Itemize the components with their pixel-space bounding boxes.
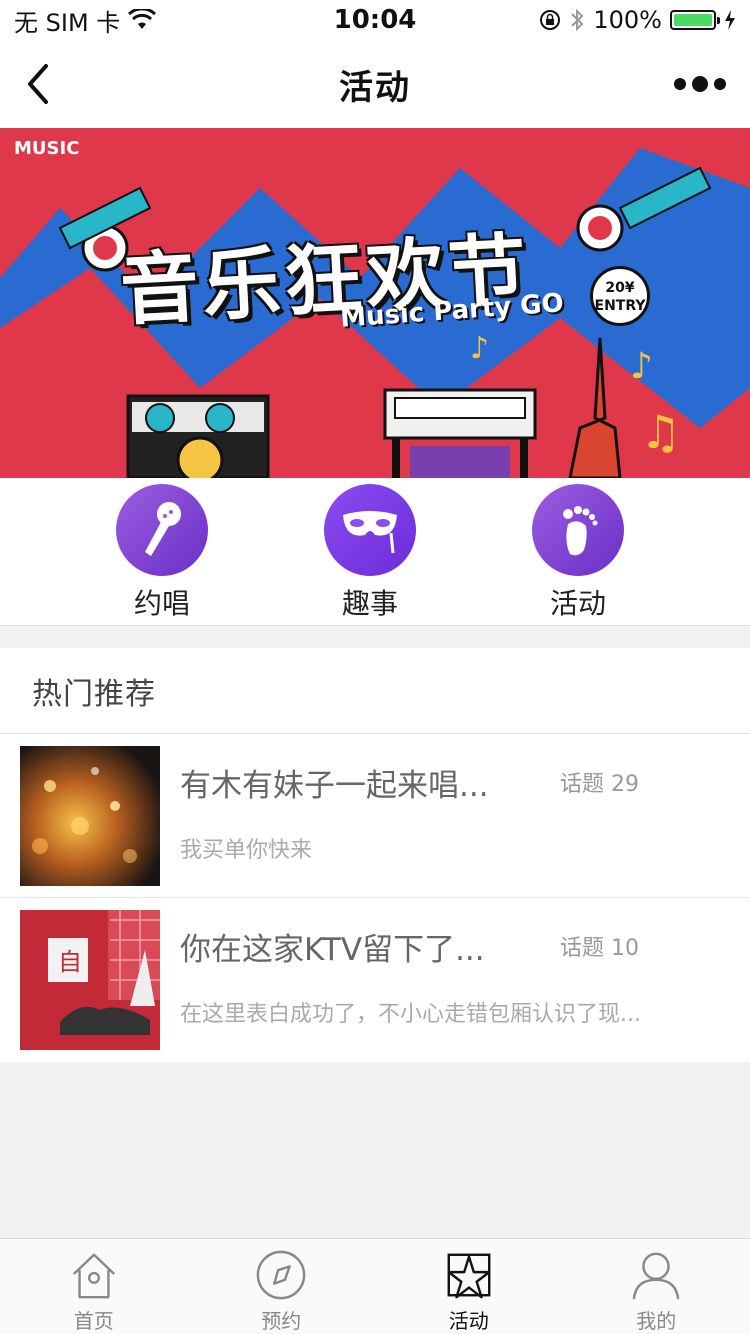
svg-text:自: 自 xyxy=(58,948,82,976)
rotation-lock-icon xyxy=(540,10,561,30)
tab-booking[interactable]: 预约 xyxy=(188,1239,376,1334)
wifi-icon xyxy=(128,9,157,29)
svg-text:♪: ♪ xyxy=(470,331,489,366)
list-item[interactable]: 有木有妹子一起来唱... 话题 29 我买单你快来 xyxy=(0,734,750,898)
footprint-icon xyxy=(532,484,624,576)
battery-icon xyxy=(670,10,720,30)
status-right: 100% xyxy=(539,6,736,34)
tab-label: 首页 xyxy=(73,1309,114,1333)
more-button[interactable] xyxy=(674,72,726,96)
status-left: 无 SIM 卡 xyxy=(14,3,157,38)
quick-action-sing[interactable]: 约唱 xyxy=(97,484,227,622)
home-icon xyxy=(72,1253,115,1299)
post-description: 我买单你快来 xyxy=(180,838,313,863)
tab-bar: 首页 预约 活动 我的 xyxy=(0,1238,750,1334)
quick-action-activity[interactable]: 活动 xyxy=(513,484,643,622)
banner-brand: MUSIC xyxy=(14,138,80,159)
status-time: 10:04 xyxy=(333,5,417,35)
status-bar: 无 SIM 卡 10:04 100% xyxy=(0,0,750,40)
more-dot-icon xyxy=(692,76,708,92)
carrier-label: 无 SIM 卡 xyxy=(14,8,121,37)
post-description: 在这里表白成功了，不小心走错包厢认识了现... xyxy=(180,1002,641,1027)
charging-icon xyxy=(725,10,735,30)
quick-action-fun[interactable]: 趣事 xyxy=(305,484,435,622)
back-button[interactable] xyxy=(18,62,58,106)
quick-actions: 约唱 趣事 活动 xyxy=(0,478,750,626)
post-thumbnail: 自 xyxy=(20,910,160,1050)
user-icon xyxy=(632,1252,680,1300)
svg-text:♫: ♫ xyxy=(640,405,681,459)
star-icon xyxy=(447,1253,491,1299)
tab-label: 活动 xyxy=(448,1309,489,1333)
section-title: 热门推荐 xyxy=(0,648,750,734)
quick-action-label: 约唱 xyxy=(133,587,190,620)
tab-activity[interactable]: 活动 xyxy=(375,1239,563,1334)
more-dot-icon xyxy=(714,78,726,90)
post-title: 你在这家KTV留下了... xyxy=(180,932,485,968)
post-thumbnail xyxy=(20,746,160,886)
mask-icon xyxy=(324,484,416,576)
post-count: 话题 10 xyxy=(560,936,639,961)
microphone-icon xyxy=(116,484,208,576)
bluetooth-icon xyxy=(571,8,584,32)
post-count: 话题 29 xyxy=(560,772,639,797)
tab-home[interactable]: 首页 xyxy=(0,1239,188,1334)
page-title: 活动 xyxy=(339,67,411,108)
tab-profile[interactable]: 我的 xyxy=(563,1239,750,1334)
quick-action-label: 活动 xyxy=(549,587,606,620)
post-title: 有木有妹子一起来唱... xyxy=(180,768,489,804)
tab-label: 我的 xyxy=(636,1309,677,1333)
event-banner[interactable]: ♪ ♫ ♪ MUSIC 音乐狂欢节 Music Party GO 20¥ ENT… xyxy=(0,128,750,478)
battery-percent: 100% xyxy=(593,6,662,34)
tab-label: 预约 xyxy=(261,1309,302,1333)
banner-badge: 20¥ ENTRY xyxy=(590,266,650,326)
compass-icon xyxy=(256,1250,306,1300)
quick-action-label: 趣事 xyxy=(341,587,398,620)
more-dot-icon xyxy=(674,78,686,90)
nav-bar: 活动 xyxy=(0,40,750,128)
svg-text:♪: ♪ xyxy=(630,346,653,387)
list-item[interactable]: 自 你在这家KTV留下了... 话题 10 在这里表白成功了，不小心走错包厢认识… xyxy=(0,898,750,1062)
hot-section: 热门推荐 有木有妹子一起来唱... 话题 29 我买单你快来 自 你在这家KTV… xyxy=(0,648,750,1062)
chevron-left-icon xyxy=(28,64,48,104)
